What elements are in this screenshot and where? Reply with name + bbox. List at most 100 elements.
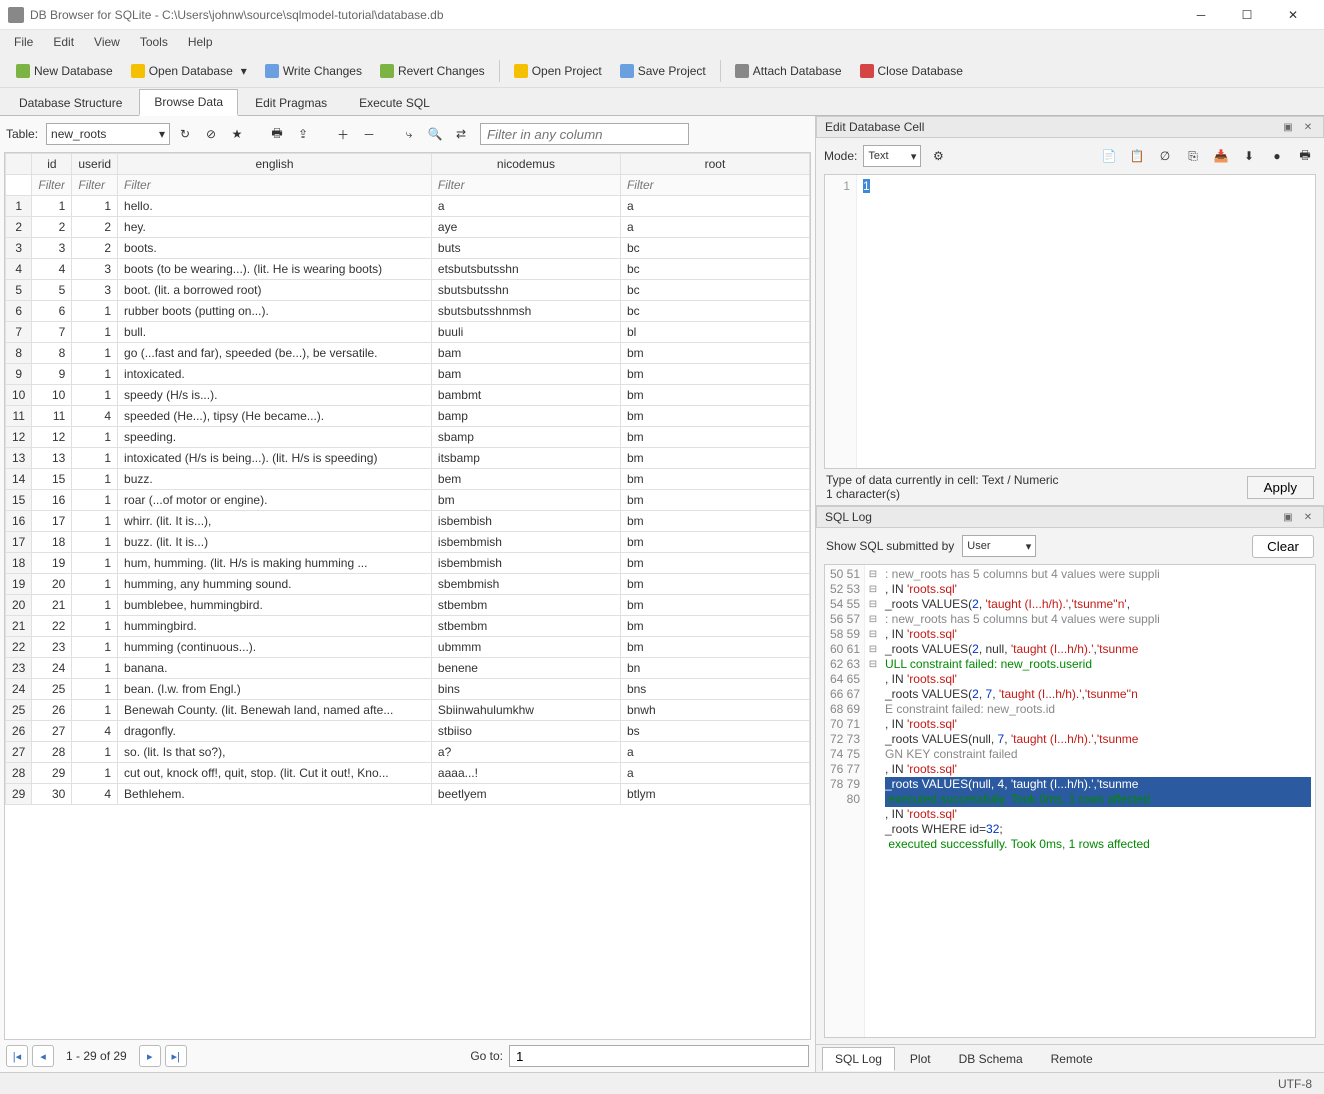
cell-id[interactable]: 26 (32, 700, 72, 721)
cell-english[interactable]: bumblebee, hummingbird. (118, 595, 432, 616)
cell-english[interactable]: boots. (118, 238, 432, 259)
cell-userid[interactable]: 1 (72, 385, 118, 406)
mode-select[interactable]: Text ▾ (863, 145, 921, 167)
table-row[interactable]: 28291cut out, knock off!, quit, stop. (l… (6, 763, 810, 784)
cell-nicodemus[interactable]: aye (431, 217, 620, 238)
cell-userid[interactable]: 1 (72, 658, 118, 679)
cell-userid[interactable]: 1 (72, 742, 118, 763)
bottom-tab-db-schema[interactable]: DB Schema (946, 1047, 1036, 1071)
cell-userid[interactable]: 4 (72, 721, 118, 742)
cell-root[interactable]: bm (620, 511, 809, 532)
cell-userid[interactable]: 1 (72, 763, 118, 784)
cell-root[interactable]: a (620, 196, 809, 217)
table-row[interactable]: 661rubber boots (putting on...).sbutsbut… (6, 301, 810, 322)
find-icon[interactable]: 🔍 (424, 123, 446, 145)
cell-root[interactable]: bm (620, 553, 809, 574)
cell-root[interactable]: bm (620, 406, 809, 427)
cell-english[interactable]: buzz. (lit. It is...) (118, 532, 432, 553)
table-row[interactable]: 17181buzz. (lit. It is...)isbembmishbm (6, 532, 810, 553)
cell-root[interactable]: bl (620, 322, 809, 343)
cell-id[interactable]: 22 (32, 616, 72, 637)
cell-nicodemus[interactable]: sbutsbutsshnmsh (431, 301, 620, 322)
cell-userid[interactable]: 4 (72, 406, 118, 427)
goto-cell-icon[interactable]: ⤷ (398, 123, 420, 145)
cell-english[interactable]: roar (...of motor or engine). (118, 490, 432, 511)
cell-english[interactable]: humming, any humming sound. (118, 574, 432, 595)
cell-userid[interactable]: 1 (72, 637, 118, 658)
cell-nicodemus[interactable]: Sbiinwahulumkhw (431, 700, 620, 721)
cell-userid[interactable]: 1 (72, 679, 118, 700)
cell-userid[interactable]: 1 (72, 343, 118, 364)
cell-id[interactable]: 15 (32, 469, 72, 490)
cell-id[interactable]: 21 (32, 595, 72, 616)
filter-english[interactable] (118, 175, 431, 195)
table-row[interactable]: 20211bumblebee, hummingbird.stbembmbm (6, 595, 810, 616)
clear-filters-icon[interactable]: ⊘ (200, 123, 222, 145)
cell-id[interactable]: 13 (32, 448, 72, 469)
goto-input[interactable] (509, 1045, 809, 1067)
col-userid[interactable]: userid (72, 154, 118, 175)
cell-id[interactable]: 5 (32, 280, 72, 301)
bottom-tab-remote[interactable]: Remote (1038, 1047, 1106, 1071)
paste-cell-icon[interactable]: 📥 (1210, 145, 1232, 167)
refresh-icon[interactable]: ↻ (174, 123, 196, 145)
cell-english[interactable]: buzz. (118, 469, 432, 490)
bottom-tab-sql-log[interactable]: SQL Log (822, 1047, 895, 1071)
cell-nicodemus[interactable]: stbembm (431, 616, 620, 637)
add-record-icon[interactable]: ＋ (332, 123, 354, 145)
cell-id[interactable]: 30 (32, 784, 72, 805)
table-row[interactable]: 14151buzz.bembm (6, 469, 810, 490)
cell-root[interactable]: bc (620, 238, 809, 259)
cell-english[interactable]: boots (to be wearing...). (lit. He is we… (118, 259, 432, 280)
copy-cell-icon[interactable]: ⎘ (1182, 145, 1204, 167)
cell-english[interactable]: so. (lit. Is that so?), (118, 742, 432, 763)
cell-id[interactable]: 24 (32, 658, 72, 679)
cell-id[interactable]: 2 (32, 217, 72, 238)
table-row[interactable]: 553boot. (lit. a borrowed root)sbutsbuts… (6, 280, 810, 301)
table-row[interactable]: 23241banana.benenebn (6, 658, 810, 679)
menu-view[interactable]: View (84, 33, 130, 51)
open-project-button[interactable]: Open Project (506, 60, 610, 82)
cell-nicodemus[interactable]: stbiiso (431, 721, 620, 742)
filter-all-input[interactable] (480, 123, 689, 145)
close-database-button[interactable]: Close Database (852, 60, 971, 82)
revert-changes-button[interactable]: Revert Changes (372, 60, 493, 82)
cell-english[interactable]: intoxicated. (118, 364, 432, 385)
delete-record-icon[interactable]: － (358, 123, 380, 145)
cell-nicodemus[interactable]: stbembm (431, 595, 620, 616)
cell-id[interactable]: 7 (32, 322, 72, 343)
cell-root[interactable]: bnwh (620, 700, 809, 721)
cell-english[interactable]: bean. (l.w. from Engl.) (118, 679, 432, 700)
bottom-tab-plot[interactable]: Plot (897, 1047, 944, 1071)
cell-nicodemus[interactable]: sbutsbutsshn (431, 280, 620, 301)
cell-userid[interactable]: 1 (72, 490, 118, 511)
cell-root[interactable]: bc (620, 301, 809, 322)
cell-id[interactable]: 3 (32, 238, 72, 259)
cell-english[interactable]: speeded (He...), tipsy (He became...). (118, 406, 432, 427)
table-row[interactable]: 443boots (to be wearing...). (lit. He is… (6, 259, 810, 280)
cell-userid[interactable]: 1 (72, 301, 118, 322)
cell-english[interactable]: Bethlehem. (118, 784, 432, 805)
table-select[interactable]: new_roots ▾ (46, 123, 170, 145)
cell-root[interactable]: bm (620, 343, 809, 364)
new-database-button[interactable]: New Database (8, 60, 121, 82)
cell-id[interactable]: 12 (32, 427, 72, 448)
tab-database-structure[interactable]: Database Structure (4, 90, 137, 115)
table-row[interactable]: 25261Benewah County. (lit. Benewah land,… (6, 700, 810, 721)
save-project-button[interactable]: Save Project (612, 60, 714, 82)
first-page-button[interactable]: |◂ (6, 1045, 28, 1067)
cell-root[interactable]: bn (620, 658, 809, 679)
cell-userid[interactable]: 1 (72, 322, 118, 343)
table-row[interactable]: 29304Bethlehem.beetlyembtlym (6, 784, 810, 805)
cell-english[interactable]: dragonfly. (118, 721, 432, 742)
auto-format-icon[interactable]: ⚙ (927, 145, 949, 167)
cell-english[interactable]: humming (continuous...). (118, 637, 432, 658)
cell-root[interactable]: bm (620, 490, 809, 511)
close-panel-icon[interactable]: ✕ (1301, 510, 1315, 524)
export-icon[interactable]: ⇪ (292, 123, 314, 145)
cell-userid[interactable]: 1 (72, 364, 118, 385)
print-icon[interactable]: 🖶 (266, 123, 288, 145)
cell-root[interactable]: bm (620, 469, 809, 490)
close-window-button[interactable]: ✕ (1270, 0, 1316, 30)
cell-root[interactable]: bm (620, 616, 809, 637)
